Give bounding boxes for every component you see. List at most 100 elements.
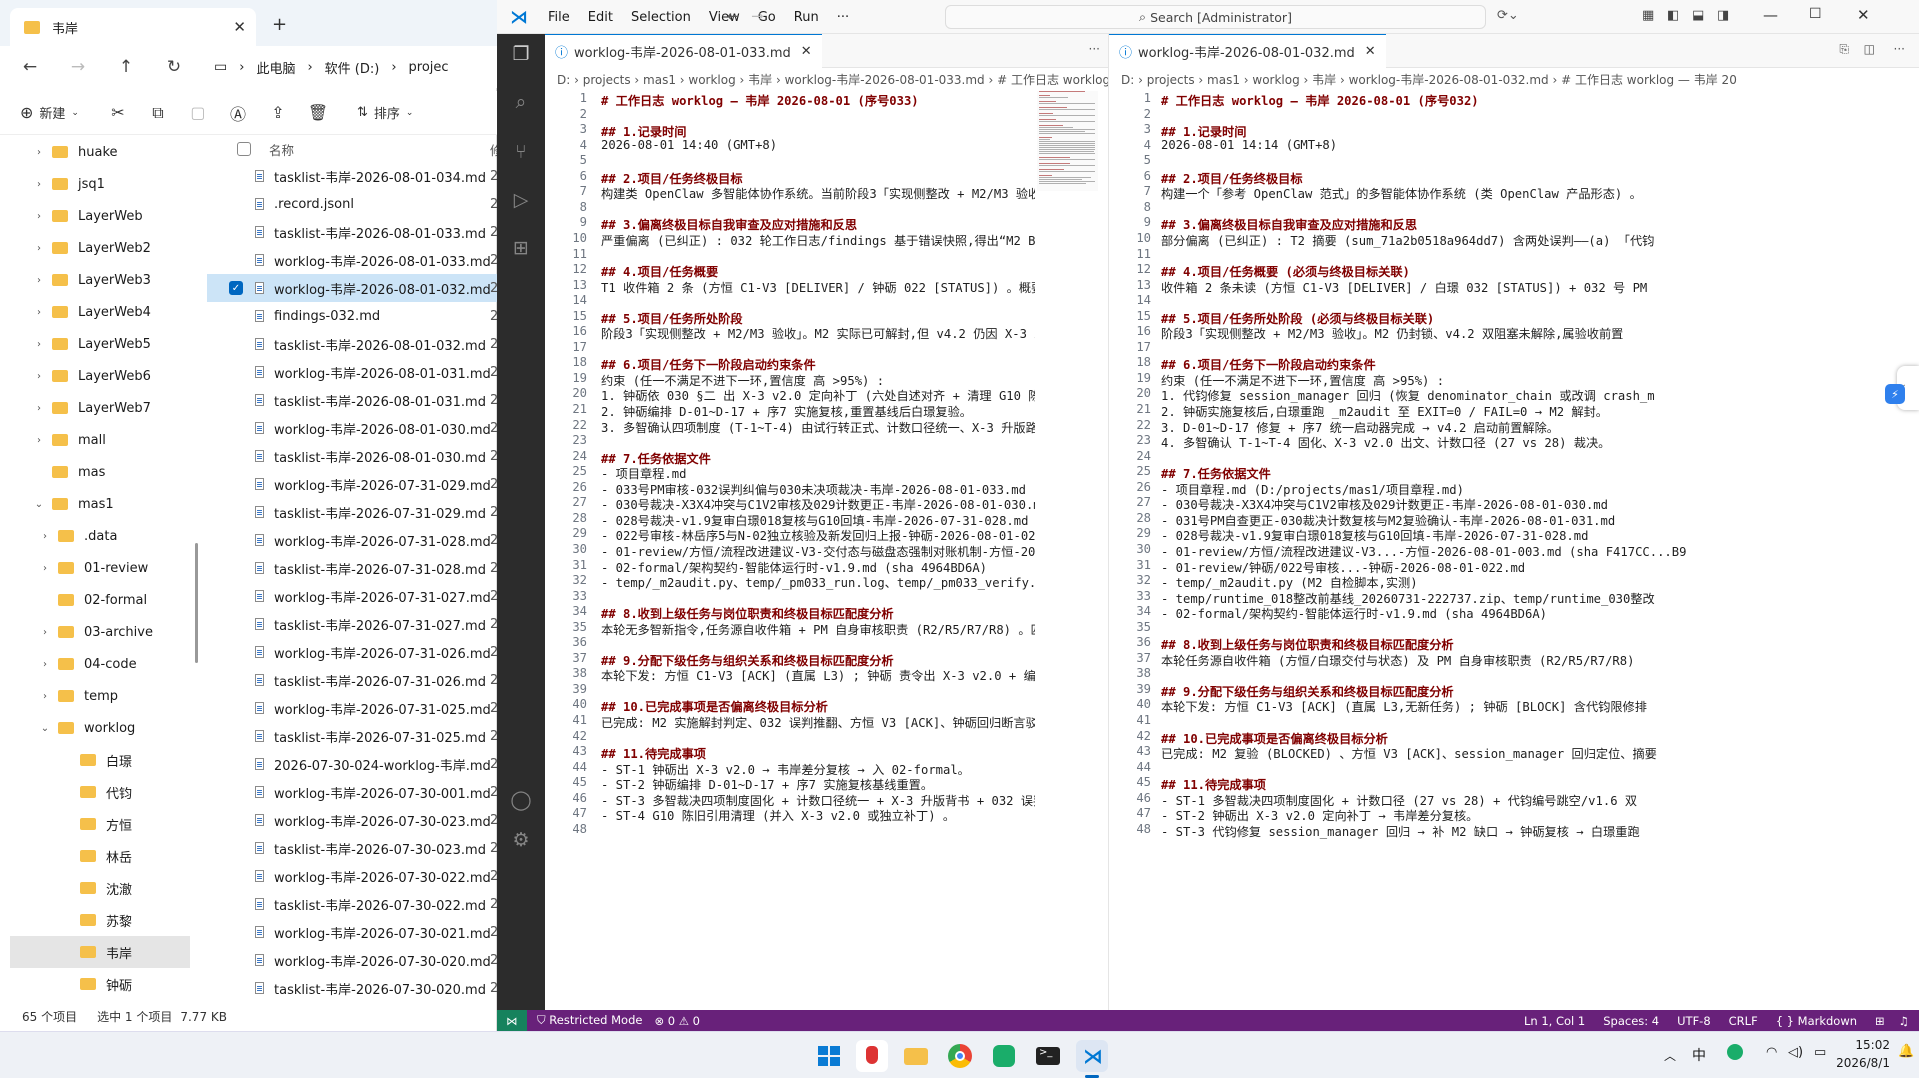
app-red-icon[interactable]	[856, 1040, 888, 1072]
markdown-heading[interactable]: # 工作日志 worklog — 韦岸 2026-08-01 (序号033)	[601, 91, 919, 109]
tree-item[interactable]: ⌄ worklog	[10, 712, 190, 744]
tree-item[interactable]: › LayerWeb2	[10, 232, 190, 264]
account-icon[interactable]: ◯	[509, 788, 533, 812]
paste-icon[interactable]: ▢	[187, 97, 209, 129]
tree-item[interactable]: 方恒	[10, 808, 190, 840]
chrome-icon[interactable]	[944, 1040, 976, 1072]
cut-icon[interactable]: ✂	[107, 97, 129, 129]
file-row[interactable]: worklog-韦岸-2026-07-31-026.md 2	[207, 638, 497, 666]
code-line[interactable]: T1 收件箱 2 条 (方恒 C1-V3 [DELIVER] / 钟砺 022 …	[601, 278, 1035, 296]
tree-item[interactable]: › 03-archive	[10, 616, 190, 648]
extensions-icon[interactable]: ⊞	[509, 236, 533, 260]
remote-icon[interactable]: ⋈	[497, 1010, 527, 1031]
file-row[interactable]: findings-032.md 2	[207, 302, 497, 330]
file-row[interactable]: worklog-韦岸-2026-07-30-021.md 2	[207, 918, 497, 946]
file-row[interactable]: tasklist-韦岸-2026-07-30-023.md 2	[207, 834, 497, 862]
chevron-icon[interactable]: ›	[38, 627, 52, 638]
minimize-icon[interactable]: —	[1763, 6, 1778, 24]
run-debug-icon[interactable]: ▷	[509, 188, 533, 212]
tree-item[interactable]: 韦岸	[10, 936, 190, 968]
file-row[interactable]: tasklist-韦岸-2026-08-01-033.md 2	[207, 218, 497, 246]
chevron-icon[interactable]: ›	[32, 211, 46, 222]
rename-icon[interactable]: Ⓐ	[227, 97, 249, 129]
file-row[interactable]: tasklist-韦岸-2026-07-31-025.md 2	[207, 722, 497, 750]
chevron-icon[interactable]: ›	[32, 339, 46, 350]
left-code-area[interactable]: 1 # 工作日志 worklog — 韦岸 2026-08-01 (序号033) 2…	[545, 91, 1035, 1009]
code-line[interactable]: 阶段3「实现侧整改 + M2/M3 验收」。M2 实际已可解封,但 v4.2 仍…	[601, 324, 1035, 342]
tree-item[interactable]: › 01-review	[10, 552, 190, 584]
file-row[interactable]: worklog-韦岸-2026-07-31-025.md 2	[207, 694, 497, 722]
file-row[interactable]: worklog-韦岸-2026-08-01-033.md 2	[207, 246, 497, 274]
green-app-icon[interactable]	[988, 1040, 1020, 1072]
terminal-icon[interactable]: >_	[1032, 1040, 1064, 1072]
tree-item[interactable]: › 04-code	[10, 648, 190, 680]
code-line[interactable]: 已完成: M2 复验 (BLOCKED) 、方恒 V3 [ACK]、sessio…	[1161, 744, 1657, 762]
menu-item[interactable]: Edit	[579, 10, 622, 25]
menu-item[interactable]: Run	[785, 10, 828, 25]
tree-item[interactable]: 02-formal	[10, 584, 190, 616]
toggle-secondary-sidebar-icon[interactable]: ◨	[1717, 8, 1729, 23]
code-line[interactable]: 本轮无多智新指令,任务源自收件箱 + PM 自身审核职责 (R2/R5/R7/R…	[601, 620, 1035, 638]
tree-item[interactable]: › temp	[10, 680, 190, 712]
file-row[interactable]: tasklist-韦岸-2026-07-31-027.md 2	[207, 610, 497, 638]
code-line[interactable]: 2026-08-01 14:40 (GMT+8)	[601, 138, 777, 152]
file-row[interactable]: worklog-韦岸-2026-07-30-023.md 2	[207, 806, 497, 834]
new-tab-icon[interactable]: +	[272, 14, 287, 35]
code-line[interactable]: 构建类 OpenClaw 多智能体协作系统。当前阶段3「实现侧整改 + M2/M…	[601, 184, 1035, 202]
file-row[interactable]: tasklist-韦岸-2026-08-01-032.md 2	[207, 330, 497, 358]
close-tab-icon[interactable]: ✕	[1365, 44, 1376, 59]
clock-date[interactable]: 2026/8/1	[1832, 1056, 1890, 1070]
tray-chevron-icon[interactable]: ︿	[1664, 1047, 1676, 1064]
problems-count[interactable]: ⊗ 0 ⚠ 0	[654, 1014, 700, 1028]
file-row[interactable]: 2026-07-30-024-worklog-韦岸.md 2	[207, 750, 497, 778]
ime-indicator[interactable]: 中	[1692, 1045, 1706, 1065]
code-line[interactable]: 收件箱 2 条未读 (方恒 C1-V3 [DELIVER] / 白璟 032 […	[1161, 278, 1647, 296]
tree-scrollbar[interactable]	[195, 543, 198, 663]
chevron-icon[interactable]: ›	[32, 435, 46, 446]
share-icon[interactable]: ⇪	[267, 97, 289, 129]
open-preview-icon[interactable]: ⎘	[1839, 42, 1849, 57]
chevron-icon[interactable]: ›	[32, 275, 46, 286]
clock-time[interactable]: 15:02	[1850, 1038, 1890, 1052]
file-row[interactable]: worklog-韦岸-2026-07-31-028.md 2	[207, 526, 497, 554]
file-row[interactable]: tasklist-韦岸-2026-07-30-020.md 2	[207, 974, 497, 1002]
code-line[interactable]: 4. 多智确认 T-1~T-4 固化、X-3 v2.0 出文、计数口径 (27 …	[1161, 433, 1610, 451]
code-line[interactable]: - temp/_m2audit.py、temp/_pm033_run.log、t…	[601, 573, 1035, 591]
file-row[interactable]: worklog-韦岸-2026-07-30-001.md 2	[207, 778, 497, 806]
forward-arrow-icon[interactable]: →	[60, 52, 96, 82]
tray-app-icon[interactable]	[1727, 1044, 1743, 1060]
tree-item[interactable]: › LayerWeb6	[10, 360, 190, 392]
explorer-tab[interactable]: 韦岸 ✕	[10, 8, 256, 46]
chevron-icon[interactable]: ›	[32, 403, 46, 414]
chevron-icon[interactable]: ›	[38, 531, 52, 542]
search-icon[interactable]: ⌕	[509, 90, 533, 114]
menu-item[interactable]: ···	[828, 10, 858, 25]
start-windows-icon[interactable]	[812, 1040, 844, 1072]
code-line[interactable]: 部分偏离 (已纠正) : T2 摘要 (sum_71a2b0518a964dd7…	[1161, 231, 1654, 249]
up-arrow-icon[interactable]: ↑	[108, 52, 144, 82]
tree-item[interactable]: 钟砺	[10, 968, 190, 998]
language-mode[interactable]: { } Markdown	[1776, 1014, 1857, 1028]
notification-bell-icon[interactable]: 🔔	[1898, 1044, 1914, 1059]
command-center-search[interactable]: ⌕ Search [Administrator]	[945, 5, 1486, 29]
file-row[interactable]: worklog-韦岸-2026-07-30-020.md 2	[207, 946, 497, 974]
tree-item[interactable]: › LayerWeb4	[10, 296, 190, 328]
editor-tab-033[interactable]: ⓘ worklog-韦岸-2026-08-01-033.md ✕	[545, 34, 822, 68]
left-minimap[interactable]	[1037, 91, 1098, 191]
wifi-icon[interactable]: ◠	[1766, 1045, 1777, 1060]
chevron-icon[interactable]: ›	[32, 371, 46, 382]
file-explorer-icon[interactable]	[900, 1040, 932, 1072]
vscode-taskbar-icon[interactable]: ⋊	[1076, 1040, 1108, 1072]
file-row[interactable]: ✓ worklog-韦岸-2026-08-01-032.md 2	[207, 274, 497, 302]
tree-item[interactable]: › LayerWeb3	[10, 264, 190, 296]
close-tab-icon[interactable]: ✕	[801, 44, 812, 59]
toggle-panel-icon[interactable]: ⬓	[1692, 8, 1704, 23]
tree-item[interactable]: › huake	[10, 136, 190, 168]
settings-gear-icon[interactable]: ⚙	[509, 828, 533, 852]
close-tab-icon[interactable]: ✕	[233, 18, 246, 36]
address-breadcrumb[interactable]: ▭ › 此电脑 › 软件 (D:) › projec	[214, 52, 497, 82]
file-row[interactable]: tasklist-韦岸-2026-07-30-022.md 2	[207, 890, 497, 918]
delete-icon[interactable]: 🗑	[307, 97, 329, 129]
copilot-icon[interactable]: ⟳⌄	[1497, 8, 1519, 23]
tree-item[interactable]: › jsq1	[10, 168, 190, 200]
